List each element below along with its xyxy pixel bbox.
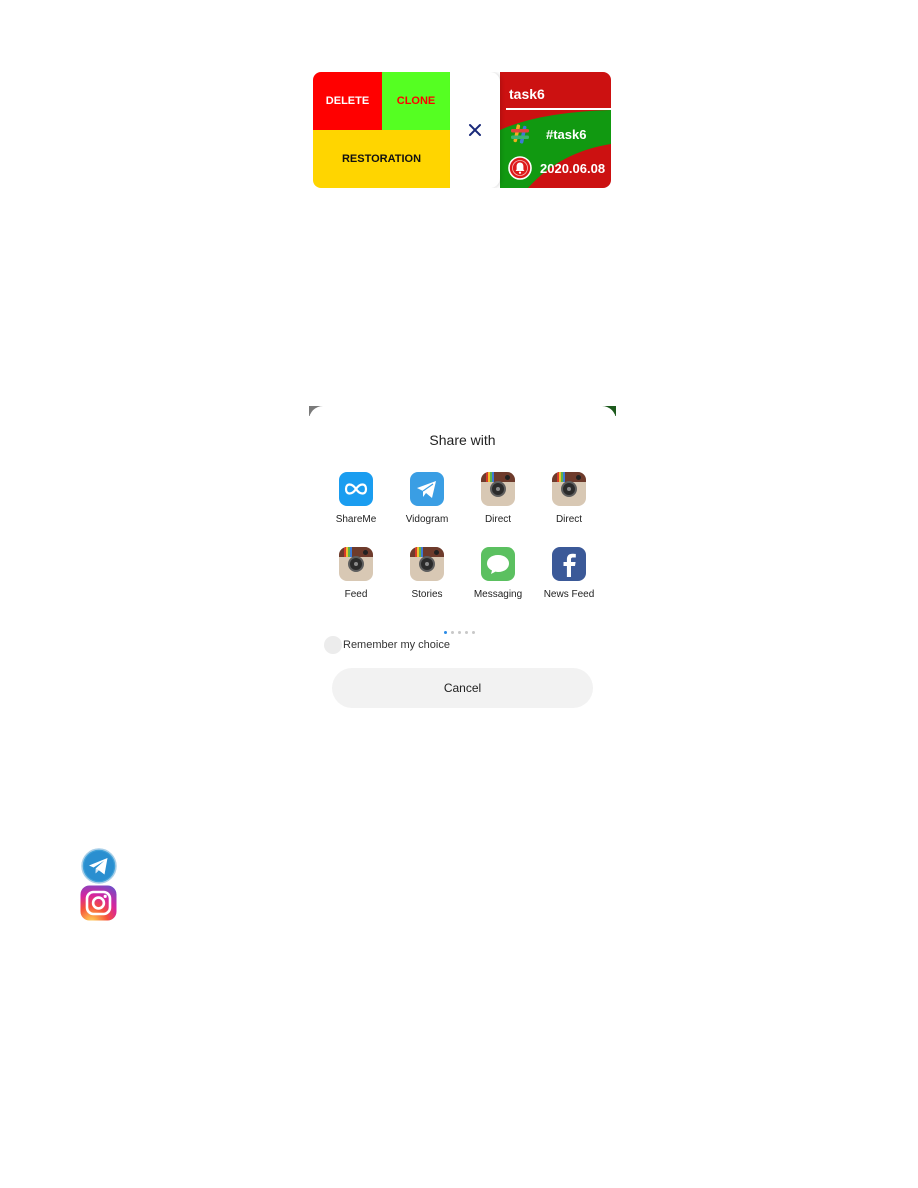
clone-action-button[interactable]: CLONE <box>382 72 450 130</box>
remember-choice-checkbox[interactable]: Remember my choice <box>324 636 450 654</box>
delete-action-button[interactable]: DELETE <box>313 72 382 130</box>
page-dot <box>451 631 454 634</box>
restoration-action-button[interactable]: RESTORATION <box>313 130 450 188</box>
instagram-classic-icon <box>339 547 373 581</box>
instagram-classic-icon <box>481 472 515 506</box>
clone-label: CLONE <box>396 95 436 107</box>
page-dot <box>472 631 475 634</box>
alarm-icon <box>508 156 532 180</box>
app-label: Direct <box>555 514 583 525</box>
vidogram-icon <box>410 472 444 506</box>
telegram-logo-icon <box>81 848 117 884</box>
app-direct-2[interactable]: Direct <box>533 472 605 525</box>
remember-label: Remember my choice <box>343 639 450 651</box>
page-indicator <box>444 631 475 634</box>
app-label: Messaging <box>473 589 523 600</box>
restoration-label: RESTORATION <box>341 153 422 165</box>
app-label: Direct <box>484 514 512 525</box>
app-shareme[interactable]: ShareMe <box>320 472 392 525</box>
task-card-swipe-actions: DELETE CLONE RESTORATION task6 #task6 20… <box>313 72 611 188</box>
cancel-button[interactable]: Cancel <box>332 668 593 708</box>
cancel-label: Cancel <box>443 681 482 695</box>
instagram-classic-icon <box>410 547 444 581</box>
close-swipe-button[interactable] <box>450 72 500 188</box>
close-icon <box>469 124 481 136</box>
instagram-classic-icon <box>552 472 586 506</box>
remember-radio[interactable] <box>324 636 342 654</box>
task-card[interactable]: task6 #task6 2020.06.08 <box>500 72 611 188</box>
app-news-feed[interactable]: News Feed <box>533 547 605 600</box>
task-date: 2020.06.08 <box>540 161 606 176</box>
app-label: ShareMe <box>335 514 377 525</box>
facebook-icon <box>552 547 586 581</box>
delete-label: DELETE <box>325 95 370 107</box>
share-dialog: Share with ShareMe Vidogram Direct Direc… <box>309 406 616 722</box>
app-messaging[interactable]: Messaging <box>462 547 534 600</box>
tag-icon <box>511 124 529 144</box>
app-stories[interactable]: Stories <box>391 547 463 600</box>
app-label: News Feed <box>543 589 595 600</box>
task-tag: #task6 <box>546 127 587 142</box>
page-dot <box>444 631 447 634</box>
app-label: Feed <box>344 589 368 600</box>
messaging-icon <box>481 547 515 581</box>
task-title: task6 <box>509 86 545 102</box>
instagram-logo-icon <box>80 885 117 921</box>
app-label: Vidogram <box>405 514 449 525</box>
app-vidogram[interactable]: Vidogram <box>391 472 463 525</box>
page-dot <box>465 631 468 634</box>
app-label: Stories <box>411 589 443 600</box>
title-divider <box>506 108 611 110</box>
app-direct-1[interactable]: Direct <box>462 472 534 525</box>
shareme-icon <box>339 472 373 506</box>
share-title: Share with <box>429 432 496 448</box>
page-dot <box>458 631 461 634</box>
app-feed[interactable]: Feed <box>320 547 392 600</box>
